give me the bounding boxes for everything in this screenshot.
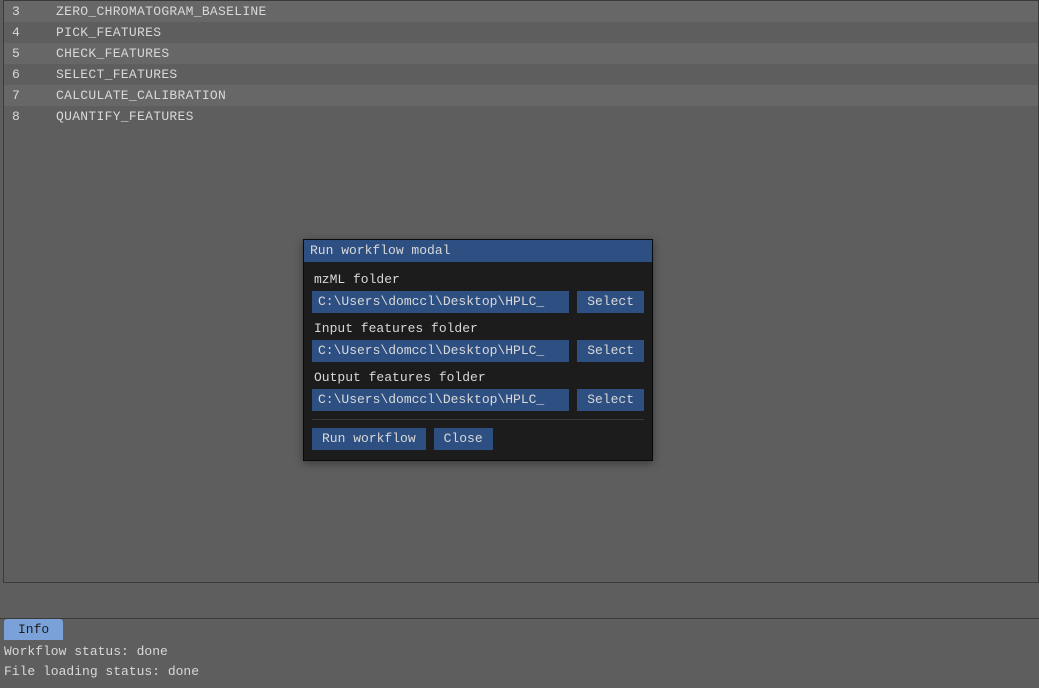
file-loading-status-line: File loading status: done bbox=[4, 662, 1035, 682]
workflow-steps-table: 3 ZERO_CHROMATOGRAM_BASELINE 4 PICK_FEAT… bbox=[4, 1, 1038, 127]
step-index: 7 bbox=[4, 85, 56, 106]
step-index: 3 bbox=[4, 1, 56, 22]
table-row[interactable]: 5 CHECK_FEATURES bbox=[4, 43, 1038, 64]
input-features-folder-select-button[interactable]: Select bbox=[577, 340, 644, 362]
modal-titlebar[interactable]: Run workflow modal bbox=[304, 240, 652, 262]
step-index: 6 bbox=[4, 64, 56, 85]
input-features-folder-label: Input features folder bbox=[312, 321, 644, 336]
mzml-folder-group: mzML folder C:\Users\domccl\Desktop\HPLC… bbox=[312, 272, 644, 313]
step-name: CHECK_FEATURES bbox=[56, 43, 169, 64]
table-row[interactable]: 8 QUANTIFY_FEATURES bbox=[4, 106, 1038, 127]
mzml-folder-label: mzML folder bbox=[312, 272, 644, 287]
step-name: SELECT_FEATURES bbox=[56, 64, 178, 85]
table-row[interactable]: 7 CALCULATE_CALIBRATION bbox=[4, 85, 1038, 106]
step-name: ZERO_CHROMATOGRAM_BASELINE bbox=[56, 1, 267, 22]
workflow-steps-panel: 3 ZERO_CHROMATOGRAM_BASELINE 4 PICK_FEAT… bbox=[3, 0, 1039, 583]
tab-info[interactable]: Info bbox=[4, 619, 63, 640]
table-row[interactable]: 4 PICK_FEATURES bbox=[4, 22, 1038, 43]
input-features-folder-group: Input features folder C:\Users\domccl\De… bbox=[312, 321, 644, 362]
mzml-folder-input[interactable]: C:\Users\domccl\Desktop\HPLC_ bbox=[312, 291, 569, 313]
input-features-folder-input[interactable]: C:\Users\domccl\Desktop\HPLC_ bbox=[312, 340, 569, 362]
run-workflow-button[interactable]: Run workflow bbox=[312, 428, 426, 450]
step-name: PICK_FEATURES bbox=[56, 22, 161, 43]
run-workflow-modal: Run workflow modal mzML folder C:\Users\… bbox=[303, 239, 653, 461]
workflow-status-line: Workflow status: done bbox=[4, 642, 1035, 662]
close-button[interactable]: Close bbox=[434, 428, 493, 450]
modal-body: mzML folder C:\Users\domccl\Desktop\HPLC… bbox=[304, 262, 652, 460]
output-features-folder-group: Output features folder C:\Users\domccl\D… bbox=[312, 370, 644, 411]
output-features-folder-select-button[interactable]: Select bbox=[577, 389, 644, 411]
mzml-folder-select-button[interactable]: Select bbox=[577, 291, 644, 313]
step-name: QUANTIFY_FEATURES bbox=[56, 106, 194, 127]
table-row[interactable]: 3 ZERO_CHROMATOGRAM_BASELINE bbox=[4, 1, 1038, 22]
info-body: Workflow status: done File loading statu… bbox=[0, 640, 1039, 684]
output-features-folder-label: Output features folder bbox=[312, 370, 644, 385]
step-name: CALCULATE_CALIBRATION bbox=[56, 85, 226, 106]
output-features-folder-input[interactable]: C:\Users\domccl\Desktop\HPLC_ bbox=[312, 389, 569, 411]
info-tab-strip: Info bbox=[0, 619, 1039, 640]
table-row[interactable]: 6 SELECT_FEATURES bbox=[4, 64, 1038, 85]
step-index: 5 bbox=[4, 43, 56, 64]
step-index: 4 bbox=[4, 22, 56, 43]
modal-actions: Run workflow Close bbox=[312, 419, 644, 450]
step-index: 8 bbox=[4, 106, 56, 127]
info-panel: Info Workflow status: done File loading … bbox=[0, 618, 1039, 688]
